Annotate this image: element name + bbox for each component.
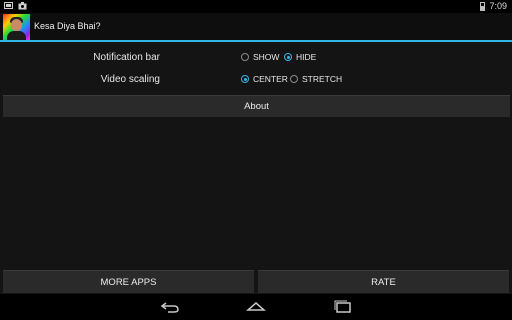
notification-bar-label: Notification bar <box>93 52 160 63</box>
video-scaling-label: Video scaling <box>100 74 160 85</box>
home-icon[interactable] <box>246 300 266 314</box>
more-apps-button[interactable]: MORE APPS <box>3 270 254 293</box>
app-title: Kesa Diya Bhai? <box>34 21 101 31</box>
radio-unchecked-icon <box>241 53 249 61</box>
notification-bar-setting: Notification bar SHOW HIDE <box>0 47 512 67</box>
video-center-radio[interactable]: CENTER <box>241 74 288 84</box>
notification-show-radio[interactable]: SHOW <box>241 52 279 62</box>
notification-show-label: SHOW <box>253 52 280 62</box>
battery-icon <box>480 2 486 11</box>
radio-unchecked-icon <box>290 75 298 83</box>
notification-hide-radio[interactable]: HIDE <box>284 52 316 62</box>
action-bar: Kesa Diya Bhai? <box>0 13 512 42</box>
notification-hide-label: HIDE <box>296 52 317 62</box>
status-time: 7:09 <box>489 1 507 11</box>
video-scaling-setting: Video scaling CENTER STRETCH <box>0 69 512 89</box>
navigation-bar <box>0 294 512 320</box>
screenshot-icon <box>4 2 13 9</box>
video-center-label: CENTER <box>253 74 288 84</box>
photo-icon <box>18 2 27 10</box>
back-icon[interactable] <box>160 300 180 314</box>
video-stretch-label: STRETCH <box>302 74 343 84</box>
radio-checked-icon <box>241 75 249 83</box>
status-bar: 7:09 <box>0 0 512 13</box>
about-button[interactable]: About <box>3 95 510 117</box>
radio-checked-icon <box>284 53 292 61</box>
video-stretch-radio[interactable]: STRETCH <box>290 74 342 84</box>
app-icon[interactable] <box>3 14 30 40</box>
rate-button[interactable]: RATE <box>258 270 509 293</box>
recents-icon[interactable] <box>333 300 353 314</box>
